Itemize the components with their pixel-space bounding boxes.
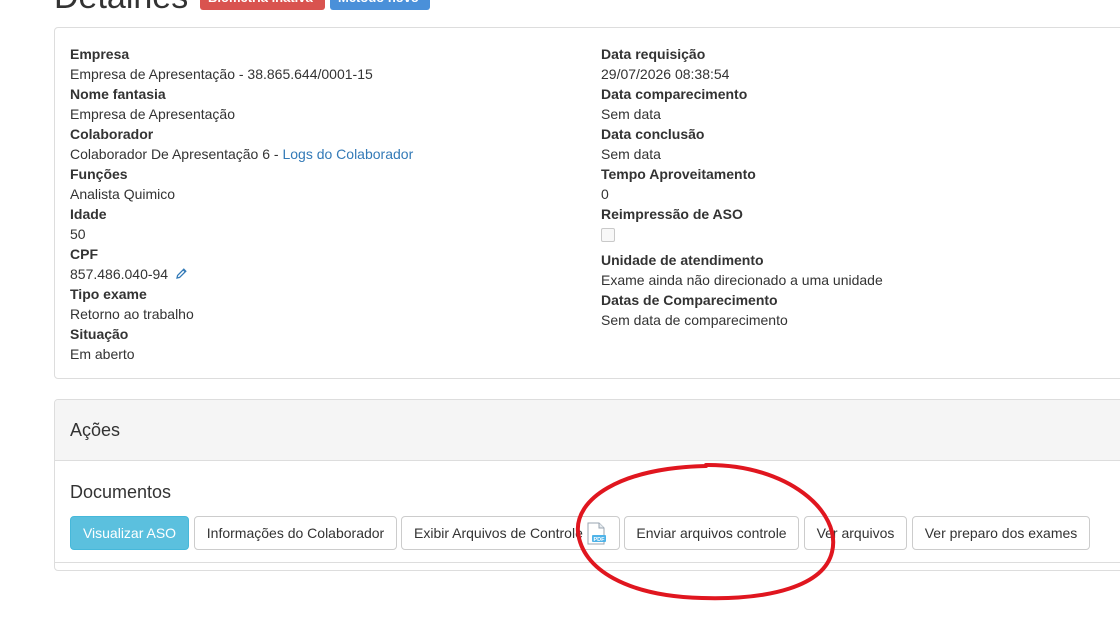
enviar-arquivos-controle-button[interactable]: Enviar arquivos controle <box>624 516 799 550</box>
cpf-value: 857.486.040-94 <box>70 266 169 282</box>
tempo-aproveitamento-label: Tempo Aproveitamento <box>601 166 756 182</box>
cpf-label: CPF <box>70 246 98 262</box>
svg-text:PDF: PDF <box>594 537 606 543</box>
documentos-heading: Documentos <box>70 482 172 502</box>
visualizar-aso-button[interactable]: Visualizar ASO <box>70 516 189 550</box>
details-panel: Empresa Empresa de Apresentação - 38.865… <box>54 27 1120 379</box>
pencil-icon[interactable] <box>175 265 188 285</box>
acoes-heading: Ações <box>55 400 1120 461</box>
datas-comparecimento-label: Datas de Comparecimento <box>601 292 778 308</box>
colaborador-value: Colaborador De Apresentação 6 - <box>70 146 283 162</box>
empresa-label: Empresa <box>70 46 130 62</box>
acoes-panel: Ações Documentos Visualizar ASO Informaç… <box>54 399 1120 571</box>
nome-fantasia-value: Empresa de Apresentação <box>70 106 235 122</box>
colaborador-label: Colaborador <box>70 126 154 142</box>
data-comparecimento-value: Sem data <box>601 106 661 122</box>
datas-comparecimento-value: Sem data de comparecimento <box>601 312 788 328</box>
reimpressao-aso-label: Reimpressão de ASO <box>601 206 743 222</box>
reimpressao-aso-row <box>601 228 883 250</box>
reimpressao-aso-checkbox[interactable] <box>601 228 615 242</box>
data-conclusao-label: Data conclusão <box>601 126 705 142</box>
unidade-atendimento-value: Exame ainda não direcionado a uma unidad… <box>601 272 883 288</box>
pdf-file-icon[interactable]: PDF <box>585 522 607 551</box>
situacao-label: Situação <box>70 326 129 342</box>
cpf-row: 857.486.040-94 <box>70 264 413 284</box>
situacao-value: Em aberto <box>70 346 135 362</box>
empresa-value: Empresa de Apresentação - 38.865.644/000… <box>70 66 373 82</box>
data-requisicao-label: Data requisição <box>601 46 706 62</box>
funcoes-label: Funções <box>70 166 128 182</box>
data-conclusao-value: Sem data <box>601 146 661 162</box>
panel-divider <box>55 562 1120 563</box>
details-left-column: Empresa Empresa de Apresentação - 38.865… <box>70 44 413 364</box>
ver-arquivos-button[interactable]: Ver arquivos <box>804 516 907 550</box>
data-comparecimento-label: Data comparecimento <box>601 86 748 102</box>
tipo-exame-label: Tipo exame <box>70 286 147 302</box>
colaborador-row: Colaborador De Apresentação 6 - Logs do … <box>70 144 413 164</box>
nome-fantasia-label: Nome fantasia <box>70 86 166 102</box>
tipo-exame-value: Retorno ao trabalho <box>70 306 194 322</box>
tempo-aproveitamento-value: 0 <box>601 186 609 202</box>
biometria-badge: Biometria inativa <box>200 0 325 10</box>
idade-label: Idade <box>70 206 107 222</box>
funcoes-value: Analista Quimico <box>70 186 176 202</box>
details-right-column: Data requisição 29/07/2026 08:38:54 Data… <box>601 44 883 330</box>
exibir-arquivos-controle-label: Exibir Arquivos de Controle <box>414 525 583 541</box>
informacoes-colaborador-button[interactable]: Informações do Colaborador <box>194 516 397 550</box>
metodo-badge: Método novo <box>330 0 430 10</box>
idade-value: 50 <box>70 226 86 242</box>
ver-preparo-exames-button[interactable]: Ver preparo dos exames <box>912 516 1090 550</box>
logs-colaborador-link[interactable]: Logs do Colaborador <box>282 146 413 162</box>
unidade-atendimento-label: Unidade de atendimento <box>601 252 764 268</box>
page-title: Detalhes <box>54 0 188 17</box>
data-requisicao-value: 29/07/2026 08:38:54 <box>601 66 730 82</box>
